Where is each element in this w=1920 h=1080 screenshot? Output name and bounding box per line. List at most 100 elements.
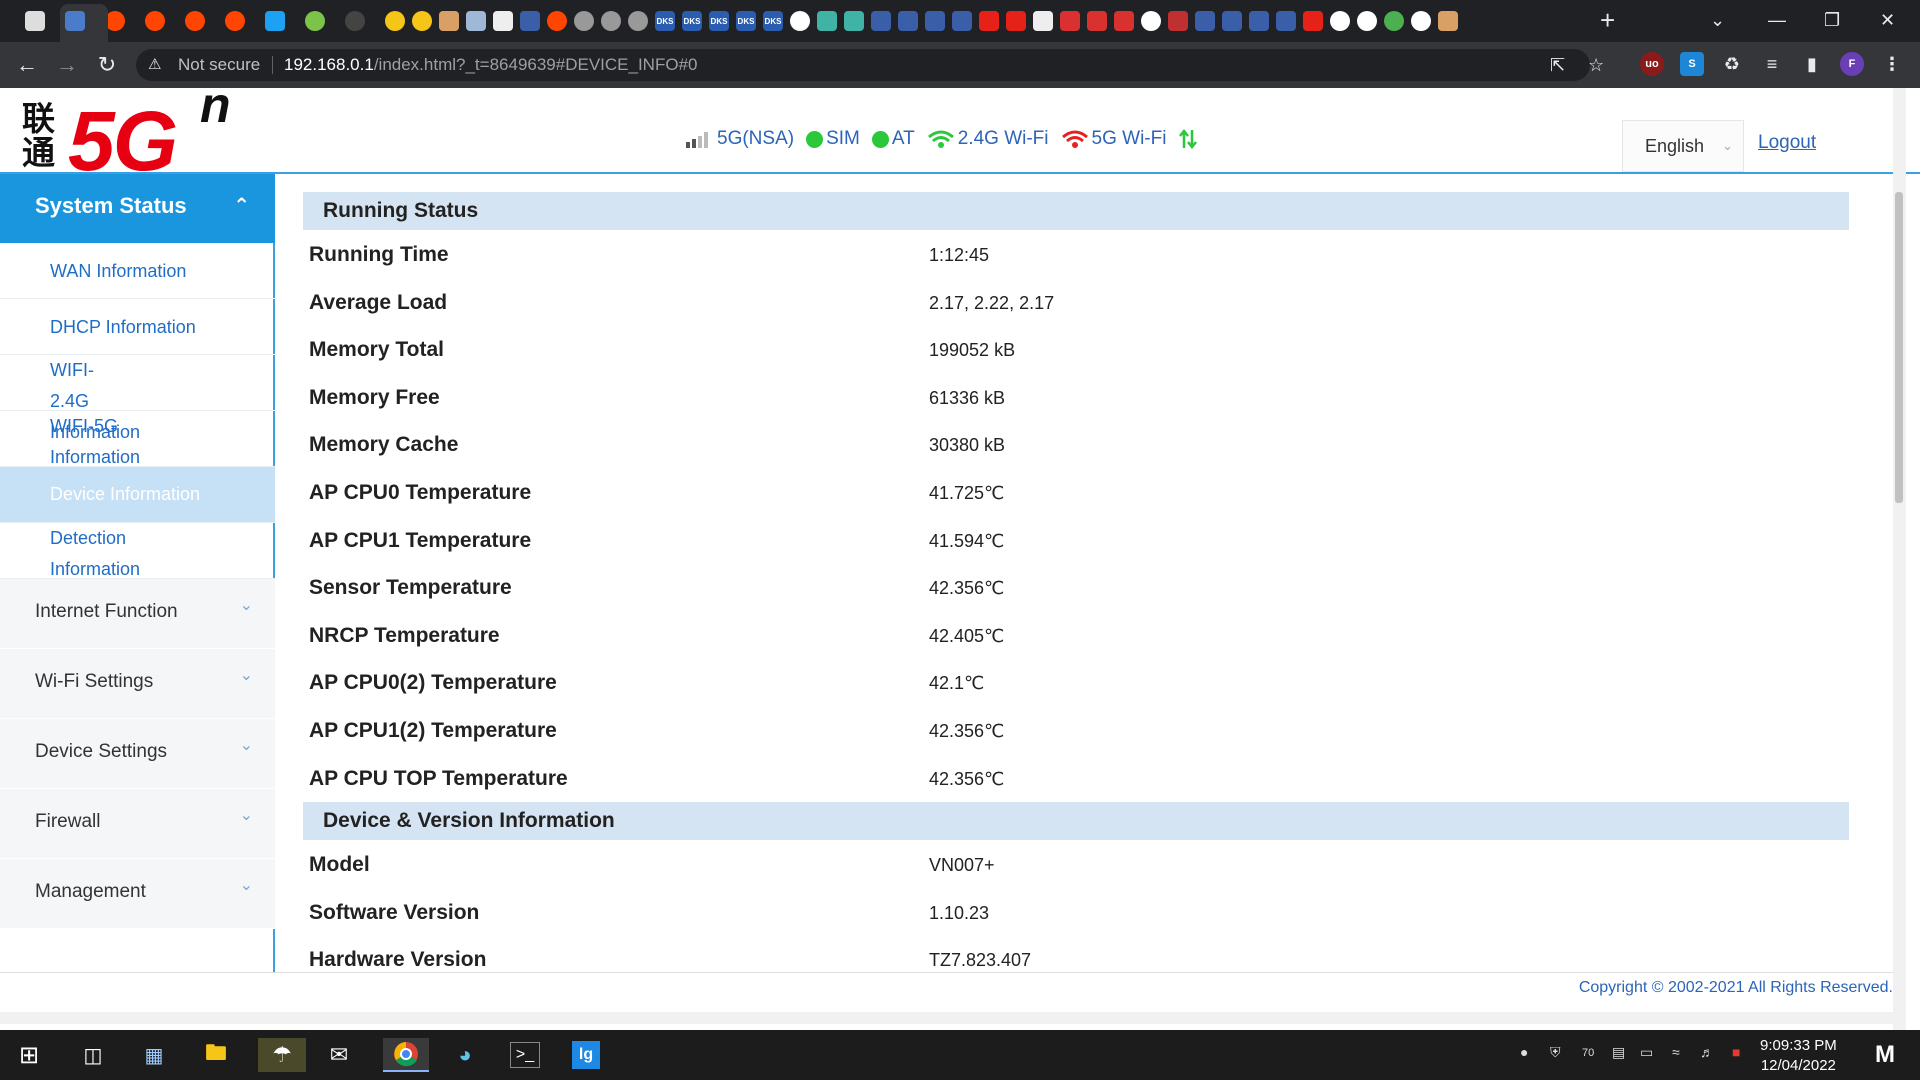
tab-favicon[interactable] — [844, 11, 864, 31]
dks-tab-icon[interactable]: DKS — [763, 11, 783, 31]
chrome-app-icon[interactable] — [383, 1038, 429, 1072]
tray-monitor-icon[interactable]: ▤ — [1612, 1044, 1625, 1061]
tab-favicon[interactable] — [1141, 11, 1161, 31]
tab-favicon[interactable] — [412, 11, 432, 31]
sidebar-section-device-settings[interactable]: Device Settings ⌄ — [0, 719, 275, 789]
dks-tab-icon[interactable]: DKS — [709, 11, 729, 31]
media-control-icon[interactable]: ≡ — [1760, 52, 1784, 76]
notification-icon[interactable]: M — [1868, 1038, 1902, 1072]
wifi-tray-icon[interactable]: ≈ — [1672, 1044, 1680, 1060]
profile-avatar[interactable]: F — [1840, 52, 1864, 76]
sidebar-section-wifi-settings[interactable]: Wi-Fi Settings ⌄ — [0, 649, 275, 719]
photos-app-icon[interactable]: ☂ — [258, 1038, 306, 1072]
sidebar-item-wifi-24g-information[interactable]: WIFI-2.4G Information — [0, 355, 275, 442]
tab-favicon[interactable] — [952, 11, 972, 31]
url-text[interactable]: 192.168.0.1/index.html?_t=8649639#DEVICE… — [284, 49, 697, 81]
scrollbar-thumb[interactable] — [1895, 192, 1903, 503]
forward-icon[interactable]: → — [52, 50, 82, 80]
reddit-tab-icon[interactable] — [145, 11, 165, 31]
warning-icon[interactable]: ⚠ — [148, 49, 161, 81]
bookmark-star-icon[interactable]: ☆ — [1588, 49, 1604, 81]
share-icon[interactable]: ⇱ — [1550, 49, 1565, 81]
tab-favicon[interactable] — [817, 11, 837, 31]
google-tab-icon[interactable] — [1330, 11, 1350, 31]
reddit-tab-icon[interactable] — [547, 11, 567, 31]
sidebar-item-detection-information[interactable]: Detection Information — [0, 523, 275, 579]
tab-favicon[interactable] — [25, 11, 45, 31]
back-icon[interactable]: ← — [12, 50, 42, 80]
tab-favicon[interactable] — [1276, 11, 1296, 31]
github-tab-icon[interactable] — [790, 11, 810, 31]
tab-favicon[interactable] — [574, 11, 594, 31]
tab-favicon[interactable] — [601, 11, 621, 31]
google-tab-icon[interactable] — [1411, 11, 1431, 31]
s-extension-icon[interactable]: S — [1680, 52, 1704, 76]
sidebar-section-management[interactable]: Management ⌄ — [0, 859, 275, 929]
tab-favicon[interactable] — [925, 11, 945, 31]
extensions-puzzle-icon[interactable]: ♻ — [1720, 52, 1744, 76]
tray-counter[interactable]: 70 — [1582, 1047, 1594, 1059]
browser-menu-icon[interactable]: ⋮ — [1880, 52, 1904, 76]
address-bar[interactable]: ⚠ Not secure 192.168.0.1/index.html?_t=8… — [136, 49, 1604, 81]
reload-icon[interactable]: ↻ — [92, 50, 122, 80]
tab-favicon[interactable] — [628, 11, 648, 31]
sidebar-item-device-information[interactable]: Device Information — [0, 467, 275, 523]
vertical-scrollbar[interactable] — [1893, 88, 1906, 1030]
battery-icon[interactable]: ▭ — [1640, 1044, 1653, 1061]
volume-icon[interactable]: ♬ — [1700, 1044, 1714, 1060]
sidebar-section-internet-function[interactable]: Internet Function ⌄ — [0, 579, 275, 649]
tab-favicon[interactable] — [1249, 11, 1269, 31]
tray-alert-icon[interactable]: ■ — [1732, 1044, 1740, 1060]
tab-favicon[interactable] — [1438, 11, 1458, 31]
tab-favicon[interactable] — [1114, 11, 1134, 31]
tab-favicon[interactable] — [345, 11, 365, 31]
youtube-tab-icon[interactable] — [1303, 11, 1323, 31]
reddit-tab-icon[interactable] — [225, 11, 245, 31]
dks-tab-icon[interactable]: DKS — [682, 11, 702, 31]
notepad-app-icon[interactable]: ▦ — [137, 1038, 171, 1072]
youtube-tab-icon[interactable] — [1006, 11, 1026, 31]
restore-icon[interactable]: ❐ — [1824, 6, 1840, 34]
youtube-tab-icon[interactable] — [979, 11, 999, 31]
logout-link[interactable]: Logout — [1758, 132, 1816, 154]
tab-favicon[interactable] — [1033, 11, 1053, 31]
tab-favicon[interactable] — [871, 11, 891, 31]
language-select[interactable]: English ⌄ — [1622, 120, 1744, 172]
tab-favicon[interactable] — [439, 11, 459, 31]
sidebar-item-wifi-5g-information[interactable]: WIFI-5G Information — [0, 411, 275, 467]
sidebar-system-status[interactable]: System Status ⌃ — [0, 174, 275, 243]
tab-favicon[interactable] — [1168, 11, 1188, 31]
tab-favicon[interactable] — [466, 11, 486, 31]
tab-favicon[interactable] — [520, 11, 540, 31]
tray-shield-icon[interactable]: ⛨ — [1550, 1044, 1561, 1061]
close-icon[interactable]: ✕ — [1880, 6, 1895, 34]
mail-app-icon[interactable]: ✉ — [322, 1038, 356, 1072]
taskbar-clock[interactable]: 9:09:33 PM 12/04/2022 — [1760, 1036, 1837, 1076]
maps-tab-icon[interactable] — [1384, 11, 1404, 31]
ublock-extension-icon[interactable]: uo — [1640, 52, 1664, 76]
tab-favicon[interactable] — [1195, 11, 1215, 31]
dks-tab-icon[interactable]: DKS — [655, 11, 675, 31]
file-explorer-icon[interactable]: 🖿 — [199, 1038, 233, 1072]
sidebar-item-dhcp-information[interactable]: DHCP Information — [0, 299, 275, 355]
tab-favicon[interactable] — [1222, 11, 1242, 31]
reddit-tab-icon[interactable] — [185, 11, 205, 31]
windows-start-icon[interactable]: ⊞ — [12, 1038, 46, 1072]
terminal-app-icon[interactable]: >_ — [510, 1042, 540, 1068]
dks-tab-icon[interactable]: DKS — [736, 11, 756, 31]
reddit-tab-icon[interactable] — [105, 11, 125, 31]
app-icon[interactable]: lg — [572, 1041, 600, 1069]
tab-search-icon[interactable]: ⌄ — [1710, 6, 1725, 34]
tab-favicon[interactable] — [385, 11, 405, 31]
tab-favicon[interactable] — [898, 11, 918, 31]
tab-favicon[interactable] — [1060, 11, 1080, 31]
horizontal-scrollbar[interactable] — [0, 1012, 1906, 1024]
sidebar-item-wan-information[interactable]: WAN Information — [0, 243, 275, 299]
tab-favicon[interactable] — [493, 11, 513, 31]
tab-favicon[interactable] — [65, 11, 85, 31]
new-tab-icon[interactable]: + — [1600, 6, 1615, 34]
google-tab-icon[interactable] — [1357, 11, 1377, 31]
tab-favicon[interactable] — [305, 11, 325, 31]
tab-favicon[interactable] — [1087, 11, 1107, 31]
app-icon[interactable]: ◕ — [448, 1038, 482, 1072]
